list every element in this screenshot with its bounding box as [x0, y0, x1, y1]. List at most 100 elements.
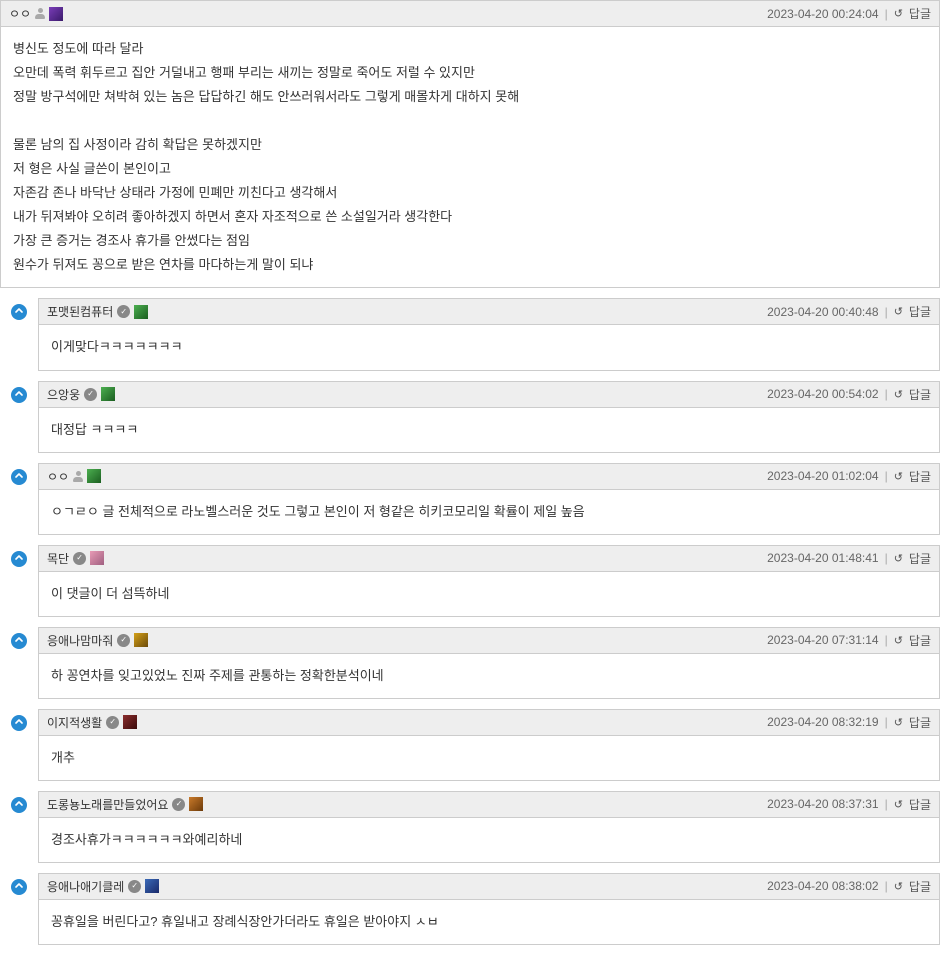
reply-indicator-icon[interactable]: [11, 633, 27, 649]
username: 도롱뇽노래를만들었어요: [47, 796, 168, 813]
comment-meta: 2023-04-20 07:31:14 | ↺ 답글: [767, 632, 931, 649]
reply-row: 목단✓2023-04-20 01:48:41|↺답글이 댓글이 더 섬뜩하네: [0, 545, 940, 617]
reply-button[interactable]: 답글: [909, 468, 931, 485]
reply-indent: [0, 709, 38, 731]
reply-body: ㅇㄱㄹㅇ 글 전체적으로 라노벨스러운 것도 그렇고 본인이 저 형같은 히키코…: [39, 490, 939, 534]
username: 응애나애기클레: [47, 878, 124, 895]
author-info: 도롱뇽노래를만들었어요 ✓: [47, 796, 203, 813]
reply-arrow-icon: ↺: [894, 388, 903, 401]
reply-indicator-icon[interactable]: [11, 387, 27, 403]
reply-row: 도롱뇽노래를만들었어요✓2023-04-20 08:37:31|↺답글경조사휴가…: [0, 791, 940, 863]
reply-header: 이지적생활✓2023-04-20 08:32:19|↺답글: [39, 710, 939, 736]
reply-indicator-icon[interactable]: [11, 715, 27, 731]
username: 응애나맘마줘: [47, 632, 113, 649]
reply-header: 포맷된컴퓨터✓2023-04-20 00:40:48|↺답글: [39, 299, 939, 325]
username: ㅇㅇ: [47, 468, 69, 485]
reply-header: ㅇㅇ 2023-04-20 01:02:04|↺답글: [39, 464, 939, 490]
reply-arrow-icon: ↺: [894, 552, 903, 565]
separator: |: [885, 305, 888, 319]
timestamp: 2023-04-20 01:48:41: [767, 551, 878, 565]
user-badge-icon: [189, 797, 203, 811]
reply-comment: 으앙웅✓2023-04-20 00:54:02|↺답글대정답 ㅋㅋㅋㅋ: [38, 381, 940, 453]
comment-meta: 2023-04-20 01:02:04|↺답글: [767, 468, 931, 485]
user-badge-icon: [87, 469, 101, 483]
reply-arrow-icon: ↺: [894, 716, 903, 729]
reply-indicator-icon[interactable]: [11, 797, 27, 813]
reply-comment: 도롱뇽노래를만들었어요✓2023-04-20 08:37:31|↺답글경조사휴가…: [38, 791, 940, 863]
reply-button[interactable]: 답글: [909, 878, 931, 895]
reply-arrow-icon: ↺: [894, 634, 903, 647]
user-badge-icon: [134, 633, 148, 647]
reply-button[interactable]: 답글: [909, 632, 931, 649]
anon-person-icon: [73, 471, 83, 482]
reply-indicator-icon[interactable]: [11, 304, 27, 320]
reply-comment: ㅇㅇ 2023-04-20 01:02:04|↺답글 ㅇㄱㄹㅇ 글 전체적으로 라노…: [38, 463, 940, 535]
user-badge-icon: [134, 305, 148, 319]
username: 목단: [47, 550, 69, 567]
author-info: ㅇㅇ: [9, 5, 63, 22]
reply-button[interactable]: 답글: [909, 796, 931, 813]
author-info: 포맷된컴퓨터✓: [47, 303, 148, 320]
reply-arrow-icon: ↺: [894, 798, 903, 811]
separator: |: [885, 715, 888, 729]
reply-row: 응애나애기클레✓2023-04-20 08:38:02|↺답글꽁휴일을 버린다고…: [0, 873, 940, 945]
verified-icon: ✓: [117, 634, 130, 647]
reply-header: 목단 ✓ 2023-04-20 01:48:41 | ↺ 답글: [39, 546, 939, 572]
verified-icon: ✓: [73, 552, 86, 565]
comment-meta: 2023-04-20 00:40:48|↺답글: [767, 303, 931, 320]
separator: |: [885, 797, 888, 811]
reply-comment: 응애나맘마줘 ✓ 2023-04-20 07:31:14 | ↺ 답글하 꽁연차를 잊고있…: [38, 627, 940, 699]
timestamp: 2023-04-20 00:54:02: [767, 387, 878, 401]
reply-indent: [0, 627, 38, 649]
separator: |: [885, 551, 888, 565]
reply-arrow-icon: ↺: [894, 880, 903, 893]
user-badge-icon: [90, 551, 104, 565]
reply-arrow-icon: ↺: [894, 305, 903, 318]
verified-icon: ✓: [172, 798, 185, 811]
separator: |: [885, 633, 888, 647]
user-badge-icon: [49, 7, 63, 21]
timestamp: 2023-04-20 07:31:14: [767, 633, 878, 647]
reply-row: 포맷된컴퓨터✓2023-04-20 00:40:48|↺답글이게맞다ㅋㅋㅋㅋㅋㅋ…: [0, 298, 940, 370]
verified-icon: ✓: [128, 880, 141, 893]
reply-row: 이지적생활✓2023-04-20 08:32:19|↺답글개추: [0, 709, 940, 781]
user-badge-icon: [123, 715, 137, 729]
reply-header: 도롱뇽노래를만들었어요 ✓ 2023-04-20 08:37:31 | ↺ 답글: [39, 792, 939, 818]
comment-meta: 2023-04-20 08:32:19 | ↺ 답글: [767, 714, 931, 731]
author-info: 응애나맘마줘 ✓: [47, 632, 148, 649]
reply-button[interactable]: 답글: [909, 550, 931, 567]
main-comment-header: ㅇㅇ 2023-04-20 00:24:04 | ↺ 답글: [1, 1, 939, 27]
reply-body: 하 꽁연차를 잊고있었노 진짜 주제를 관통하는 정확한분석이네: [39, 654, 939, 698]
reply-arrow-icon: ↺: [894, 7, 903, 20]
username: 으앙웅: [47, 386, 80, 403]
reply-button[interactable]: 답글: [909, 386, 931, 403]
comment-meta: 2023-04-20 08:37:31 | ↺ 답글: [767, 796, 931, 813]
verified-icon: ✓: [117, 305, 130, 318]
comment-meta: 2023-04-20 00:24:04 | ↺ 답글: [767, 5, 931, 22]
reply-body: 대정답 ㅋㅋㅋㅋ: [39, 408, 939, 452]
timestamp: 2023-04-20 08:38:02: [767, 879, 878, 893]
author-info: 목단 ✓: [47, 550, 104, 567]
reply-body: 개추: [39, 736, 939, 780]
reply-row: 응애나맘마줘 ✓ 2023-04-20 07:31:14 | ↺ 답글하 꽁연차를 잊고있…: [0, 627, 940, 699]
reply-indent: [0, 298, 38, 320]
user-badge-icon: [101, 387, 115, 401]
verified-icon: ✓: [84, 388, 97, 401]
reply-indicator-icon[interactable]: [11, 551, 27, 567]
username: ㅇㅇ: [9, 5, 31, 22]
comment-meta: 2023-04-20 01:48:41 | ↺ 답글: [767, 550, 931, 567]
reply-indicator-icon[interactable]: [11, 469, 27, 485]
reply-button[interactable]: 답글: [909, 303, 931, 320]
reply-comment: 이지적생활✓2023-04-20 08:32:19|↺답글개추: [38, 709, 940, 781]
separator: |: [885, 7, 888, 21]
reply-button[interactable]: 답글: [909, 714, 931, 731]
timestamp: 2023-04-20 08:37:31: [767, 797, 878, 811]
reply-button[interactable]: 답글: [909, 5, 931, 22]
author-info: 으앙웅 ✓: [47, 386, 115, 403]
main-comment-body: 병신도 정도에 따라 달라 오만데 폭력 휘두르고 집안 거덜내고 행패 부리는…: [1, 27, 939, 287]
timestamp: 2023-04-20 00:24:04: [767, 7, 878, 21]
comment-meta: 2023-04-20 08:38:02 | ↺ 답글: [767, 878, 931, 895]
timestamp: 2023-04-20 08:32:19: [767, 715, 878, 729]
separator: |: [885, 879, 888, 893]
author-info: ㅇㅇ: [47, 468, 101, 485]
